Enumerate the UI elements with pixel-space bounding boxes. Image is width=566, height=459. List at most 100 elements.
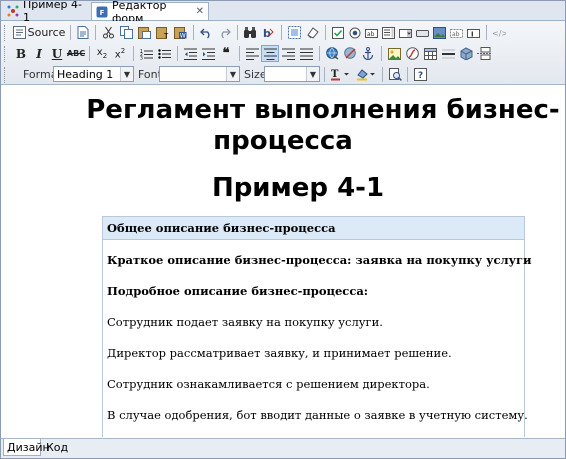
subscript-icon: x2 [96,47,108,60]
toolbar-separator [486,25,487,40]
paste-button[interactable] [135,24,153,41]
font-select[interactable]: ▼ [159,66,240,82]
radio-button-tool[interactable] [346,24,363,41]
align-center-icon [263,48,277,60]
special-char-button[interactable] [457,45,475,62]
text-color-button[interactable]: T [328,66,352,83]
redo-icon [221,28,231,39]
toolbar-grip [4,67,8,83]
paste-text-button[interactable]: T [153,24,171,41]
new-page-icon [77,26,89,39]
svg-text:3: 3 [140,55,143,60]
align-right-button[interactable] [279,45,297,62]
editor-content-area[interactable]: Регламент выполнения бизнес- процесса Пр… [1,85,565,437]
button-tool[interactable] [414,24,431,41]
text-field-button[interactable]: ab [363,24,380,41]
unlink-button[interactable] [341,45,359,62]
align-center-button[interactable] [261,45,279,62]
align-left-button[interactable] [243,45,261,62]
numbered-list-button[interactable]: 123 [137,45,155,62]
toolbar-separator [70,25,71,40]
paste-word-button[interactable]: W [171,24,189,41]
toolbar-row-3: Format Heading 1 ▼ Font ▼ Size ▼ T ? [1,65,565,85]
blockquote-button[interactable]: ❝ [217,45,235,62]
tab-design[interactable]: Дизайн [3,439,50,456]
label-field-button[interactable]: I [465,24,482,41]
anchor-button[interactable] [359,45,377,62]
checkbox-button[interactable] [329,24,346,41]
horizontal-rule-button[interactable] [439,45,457,62]
editor-tab-bar: Пример 4-1 F Редактор форм ✕ [1,1,565,25]
chevron-down-icon: ▼ [226,67,239,81]
toolbar-grip [4,25,8,41]
source-button[interactable]: Source [11,24,67,41]
hidden-field-button[interactable]: ab [448,24,465,41]
subscript-button[interactable]: x2 [93,45,111,62]
special-char-icon [460,47,472,60]
button-icon [416,29,429,37]
format-select[interactable]: Heading 1 ▼ [53,66,134,82]
remove-format-button[interactable] [303,24,321,41]
decrease-indent-button[interactable] [181,45,199,62]
paragraph-step: Сотрудник подает заявку на покупку услуг… [107,315,383,329]
bold-button[interactable]: B [12,45,30,62]
size-select[interactable]: ▼ [264,66,320,82]
new-page-button[interactable] [74,24,92,41]
view-mode-tabs: Дизайн Код [1,438,565,458]
document-subtitle: Пример 4-1 [211,173,385,203]
bulleted-list-button[interactable] [155,45,173,62]
find-button[interactable] [241,24,259,41]
table-button[interactable] [421,45,439,62]
background-color-button[interactable] [354,66,378,83]
flash-button[interactable] [403,45,421,62]
select-all-button[interactable] [285,24,303,41]
textarea-icon [382,26,395,39]
underline-button[interactable]: U [48,45,66,62]
italic-button[interactable]: I [30,45,48,62]
copy-icon [119,26,133,39]
superscript-button[interactable]: x2 [111,45,129,62]
justify-button[interactable] [297,45,315,62]
eraser-icon [306,27,319,39]
tab-code[interactable]: Код [43,439,71,456]
show-blocks-button[interactable]: </> [490,24,508,41]
underline-icon: U [51,46,63,61]
horizontal-rule-icon [441,49,455,58]
form-editor-window: Пример 4-1 F Редактор форм ✕ Source T W … [0,0,566,459]
page-break-button[interactable] [475,45,493,62]
italic-icon: I [36,46,42,61]
strikethrough-button[interactable]: ABC [66,45,86,62]
undo-button[interactable] [197,24,215,41]
cut-button[interactable] [99,24,117,41]
page-break-icon [477,47,491,60]
increase-indent-button[interactable] [199,45,217,62]
about-button[interactable]: ? [411,66,429,83]
indent-icon [201,48,215,60]
numbered-list-icon: 123 [140,48,153,60]
toolbar-separator [407,67,408,82]
image-button[interactable] [385,45,403,62]
replace-button[interactable]: b [259,24,277,41]
show-blocks-icon: </> [492,29,506,38]
select-field-button[interactable] [397,24,414,41]
link-button[interactable] [323,45,341,62]
toolbar-separator [382,67,383,82]
toolbar-grip [4,46,8,62]
select-field-icon [399,28,412,38]
editor-toolbar: Source T W b ab ab I </ B I U ABC x2 x2 … [1,21,565,85]
table-icon [423,47,437,60]
paragraph-short-description: Краткое описание бизнес-процесса: заявка… [107,253,532,267]
description-table: Общее описание бизнес-процесса Краткое о… [102,216,532,437]
close-tab-icon[interactable]: ✕ [196,6,204,17]
redo-button[interactable] [215,24,233,41]
copy-button[interactable] [117,24,135,41]
preview-button[interactable] [386,66,404,83]
tab-example-4-1[interactable]: Пример 4-1 [3,1,89,24]
image-button-tool[interactable] [431,24,448,41]
textarea-button[interactable] [380,24,397,41]
select-all-icon [287,26,301,39]
tab-form-editor[interactable]: F Редактор форм ✕ [91,1,209,25]
quote-icon: ❝ [222,46,230,61]
paragraph-step: Сотрудник ознакамливается с решением дир… [107,377,430,391]
undo-icon [199,28,209,39]
